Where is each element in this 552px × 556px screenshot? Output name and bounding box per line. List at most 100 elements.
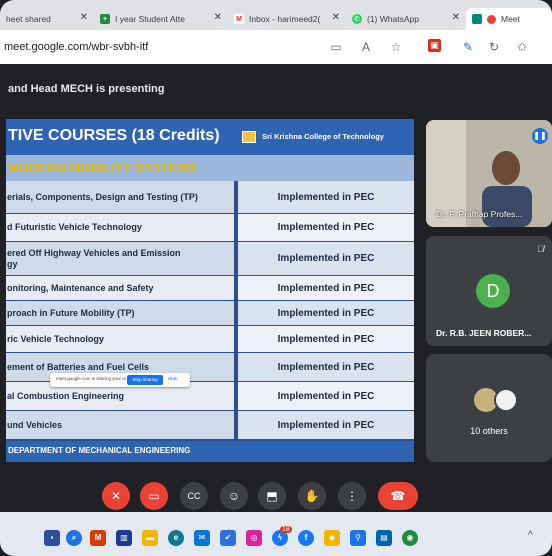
slide-subtitle: MODERN MOBILITY SYSTEMS [8,160,197,175]
task-view-icon[interactable]: ▥ [116,530,132,546]
slide-footer-text: DEPARTMENT OF MECHANICAL ENGINEERING [8,446,191,455]
screen-share-banner: meet.google.com is sharing your screen. … [50,373,190,387]
tab-inbox[interactable]: M Inbox - harimeed2( ✕ [228,8,344,30]
tab-icon[interactable]: ▭ [328,39,344,55]
college-name: Sri Krishna College of Technology [262,132,384,141]
table-row: ric Vehicle Technology Implemented in PE… [6,326,414,352]
more-options-icon[interactable]: ⋮ [338,482,366,510]
facebook-icon[interactable]: f [298,530,314,546]
table-row: d Futuristic Vehicle Technology Implemen… [6,214,414,241]
gmail-icon: M [234,14,244,24]
emoji-icon[interactable]: ☺ [220,482,248,510]
course-name: proach in Future Mobility (TP) [6,301,234,325]
tab-label: Inbox - harimeed2( [249,14,321,24]
participant-name: Dr. R.B. JEEN ROBER... [436,328,532,338]
meet-stage: and Head MECH is presenting TIVE COURSES… [0,64,552,512]
mic-off-icon: 🎙̸ [537,244,544,254]
mic-off-icon[interactable]: ✕ [102,482,130,510]
tab-label: heet shared [6,14,51,24]
others-avatars [468,388,518,414]
course-status: Implemented in PEC [238,411,414,439]
windows-taskbar: ▪ ⌕ M ▥ ▬ e ✉ ✔ ◎ ϟ 18 f ◆ ⚲ ▤ ◉ ^ [0,512,552,556]
course-status: Implemented in PEC [238,276,414,300]
stop-sharing-button[interactable]: Stop sharing [127,375,163,385]
captions-icon[interactable]: CC [180,482,208,510]
chevron-up-icon[interactable]: ^ [528,530,533,541]
hide-banner-button[interactable]: Hide [168,376,177,381]
course-status: Implemented in PEC [238,382,414,410]
speaking-indicator-icon: ❚❚ [532,128,548,144]
raise-hand-icon[interactable]: ✋ [298,482,326,510]
notification-badge: 18 [280,526,292,533]
extension-icon[interactable]: ▣ [428,39,441,52]
shared-slide: TIVE COURSES (18 Credits) Sri Krishna Co… [6,119,414,462]
avatar: D [476,274,510,308]
read-aloud-icon[interactable]: A [358,39,374,55]
tab-label: (1) WhatsApp [367,14,419,24]
file-explorer-icon[interactable]: ▬ [142,530,158,546]
table-row: ered Off Highway Vehicles and Emission g… [6,242,414,275]
maps-icon[interactable]: ◆ [324,530,340,546]
slide-header: TIVE COURSES (18 Credits) Sri Krishna Co… [6,119,414,155]
favorite-star-icon[interactable]: ☆ [388,39,404,55]
favorites-icon[interactable]: ✩ [514,39,530,55]
todo-icon[interactable]: ✔ [220,530,236,546]
tab-label: Meet [501,14,520,24]
present-icon[interactable]: ⬒ [258,482,286,510]
slide-title: TIVE COURSES (18 Credits) [8,127,220,144]
slide-footer: DEPARTMENT OF MECHANICAL ENGINEERING [6,441,414,462]
course-name: erials, Components, Design and Testing (… [6,181,234,213]
camera-off-icon[interactable]: ▭ [140,482,168,510]
close-tab-icon[interactable]: ✕ [214,12,222,23]
browser-tab-strip: heet shared ✕ + I year Student Atte ✕ M … [0,0,552,30]
course-status: Implemented in PEC [238,326,414,352]
chrome-icon[interactable]: ◉ [402,530,418,546]
course-name: d Futuristic Vehicle Technology [6,214,234,241]
avatar [494,388,518,412]
search-icon[interactable]: ⌕ [66,530,82,546]
participant-tile-others[interactable]: 10 others [426,354,552,462]
close-tab-icon[interactable]: ✕ [80,12,88,23]
screen: heet shared ✕ + I year Student Atte ✕ M … [0,0,552,556]
recording-icon [487,14,496,24]
course-name: und Vehicles [6,411,234,439]
close-tab-icon[interactable]: ✕ [332,12,340,23]
course-name: ric Vehicle Technology [6,326,234,352]
share-banner-text: meet.google.com is sharing your screen. [56,376,138,381]
course-name: ered Off Highway Vehicles and Emission g… [6,242,234,275]
table-row: proach in Future Mobility (TP) Implement… [6,301,414,325]
course-status: Implemented in PEC [238,301,414,325]
tab-sheet[interactable]: heet shared ✕ [0,8,92,30]
address-bar-row: meet.google.com/wbr-svbh-itf ▭ A ☆ ▣ ✎ ↻… [0,30,552,64]
office-icon[interactable]: M [90,530,106,546]
college-logo-icon [242,131,256,143]
course-status: Implemented in PEC [238,353,414,381]
table-row: onitoring, Maintenance and Safety Implem… [6,276,414,300]
course-status: Implemented in PEC [238,242,414,275]
close-tab-icon[interactable]: ✕ [452,12,460,23]
instagram-icon[interactable]: ◎ [246,530,262,546]
edge-icon[interactable]: e [168,530,184,546]
participant-tile-video[interactable]: ❚❚ Dr. P. Prathap Profes... [426,120,552,227]
tab-meet[interactable]: Meet [466,8,552,30]
meet-icon [472,14,482,24]
end-call-icon[interactable]: ☎ [378,482,418,510]
tab-attendance[interactable]: + I year Student Atte ✕ [94,8,226,30]
course-status: Implemented in PEC [238,214,414,241]
tab-whatsapp[interactable]: ✆ (1) WhatsApp ✕ [346,8,464,30]
course-status: Implemented in PEC [238,181,414,213]
pen-icon[interactable]: ✎ [460,39,476,55]
refresh-icon[interactable]: ↻ [486,39,502,55]
participant-tile-avatar[interactable]: 🎙̸ D Dr. R.B. JEEN ROBER... [426,236,552,346]
presenting-label: and Head MECH is presenting [8,83,165,95]
store-icon[interactable]: ▤ [376,530,392,546]
table-row: erials, Components, Design and Testing (… [6,181,414,213]
sheets-icon: + [100,14,110,24]
participant-name: Dr. P. Prathap Profes... [436,209,523,219]
slide-subheader: MODERN MOBILITY SYSTEMS [6,155,414,181]
start-icon[interactable]: ▪ [44,530,60,546]
network-icon[interactable]: ⚲ [350,530,366,546]
address-bar[interactable]: meet.google.com/wbr-svbh-itf [4,36,322,58]
whatsapp-icon: ✆ [352,14,362,24]
mail-icon[interactable]: ✉ [194,530,210,546]
